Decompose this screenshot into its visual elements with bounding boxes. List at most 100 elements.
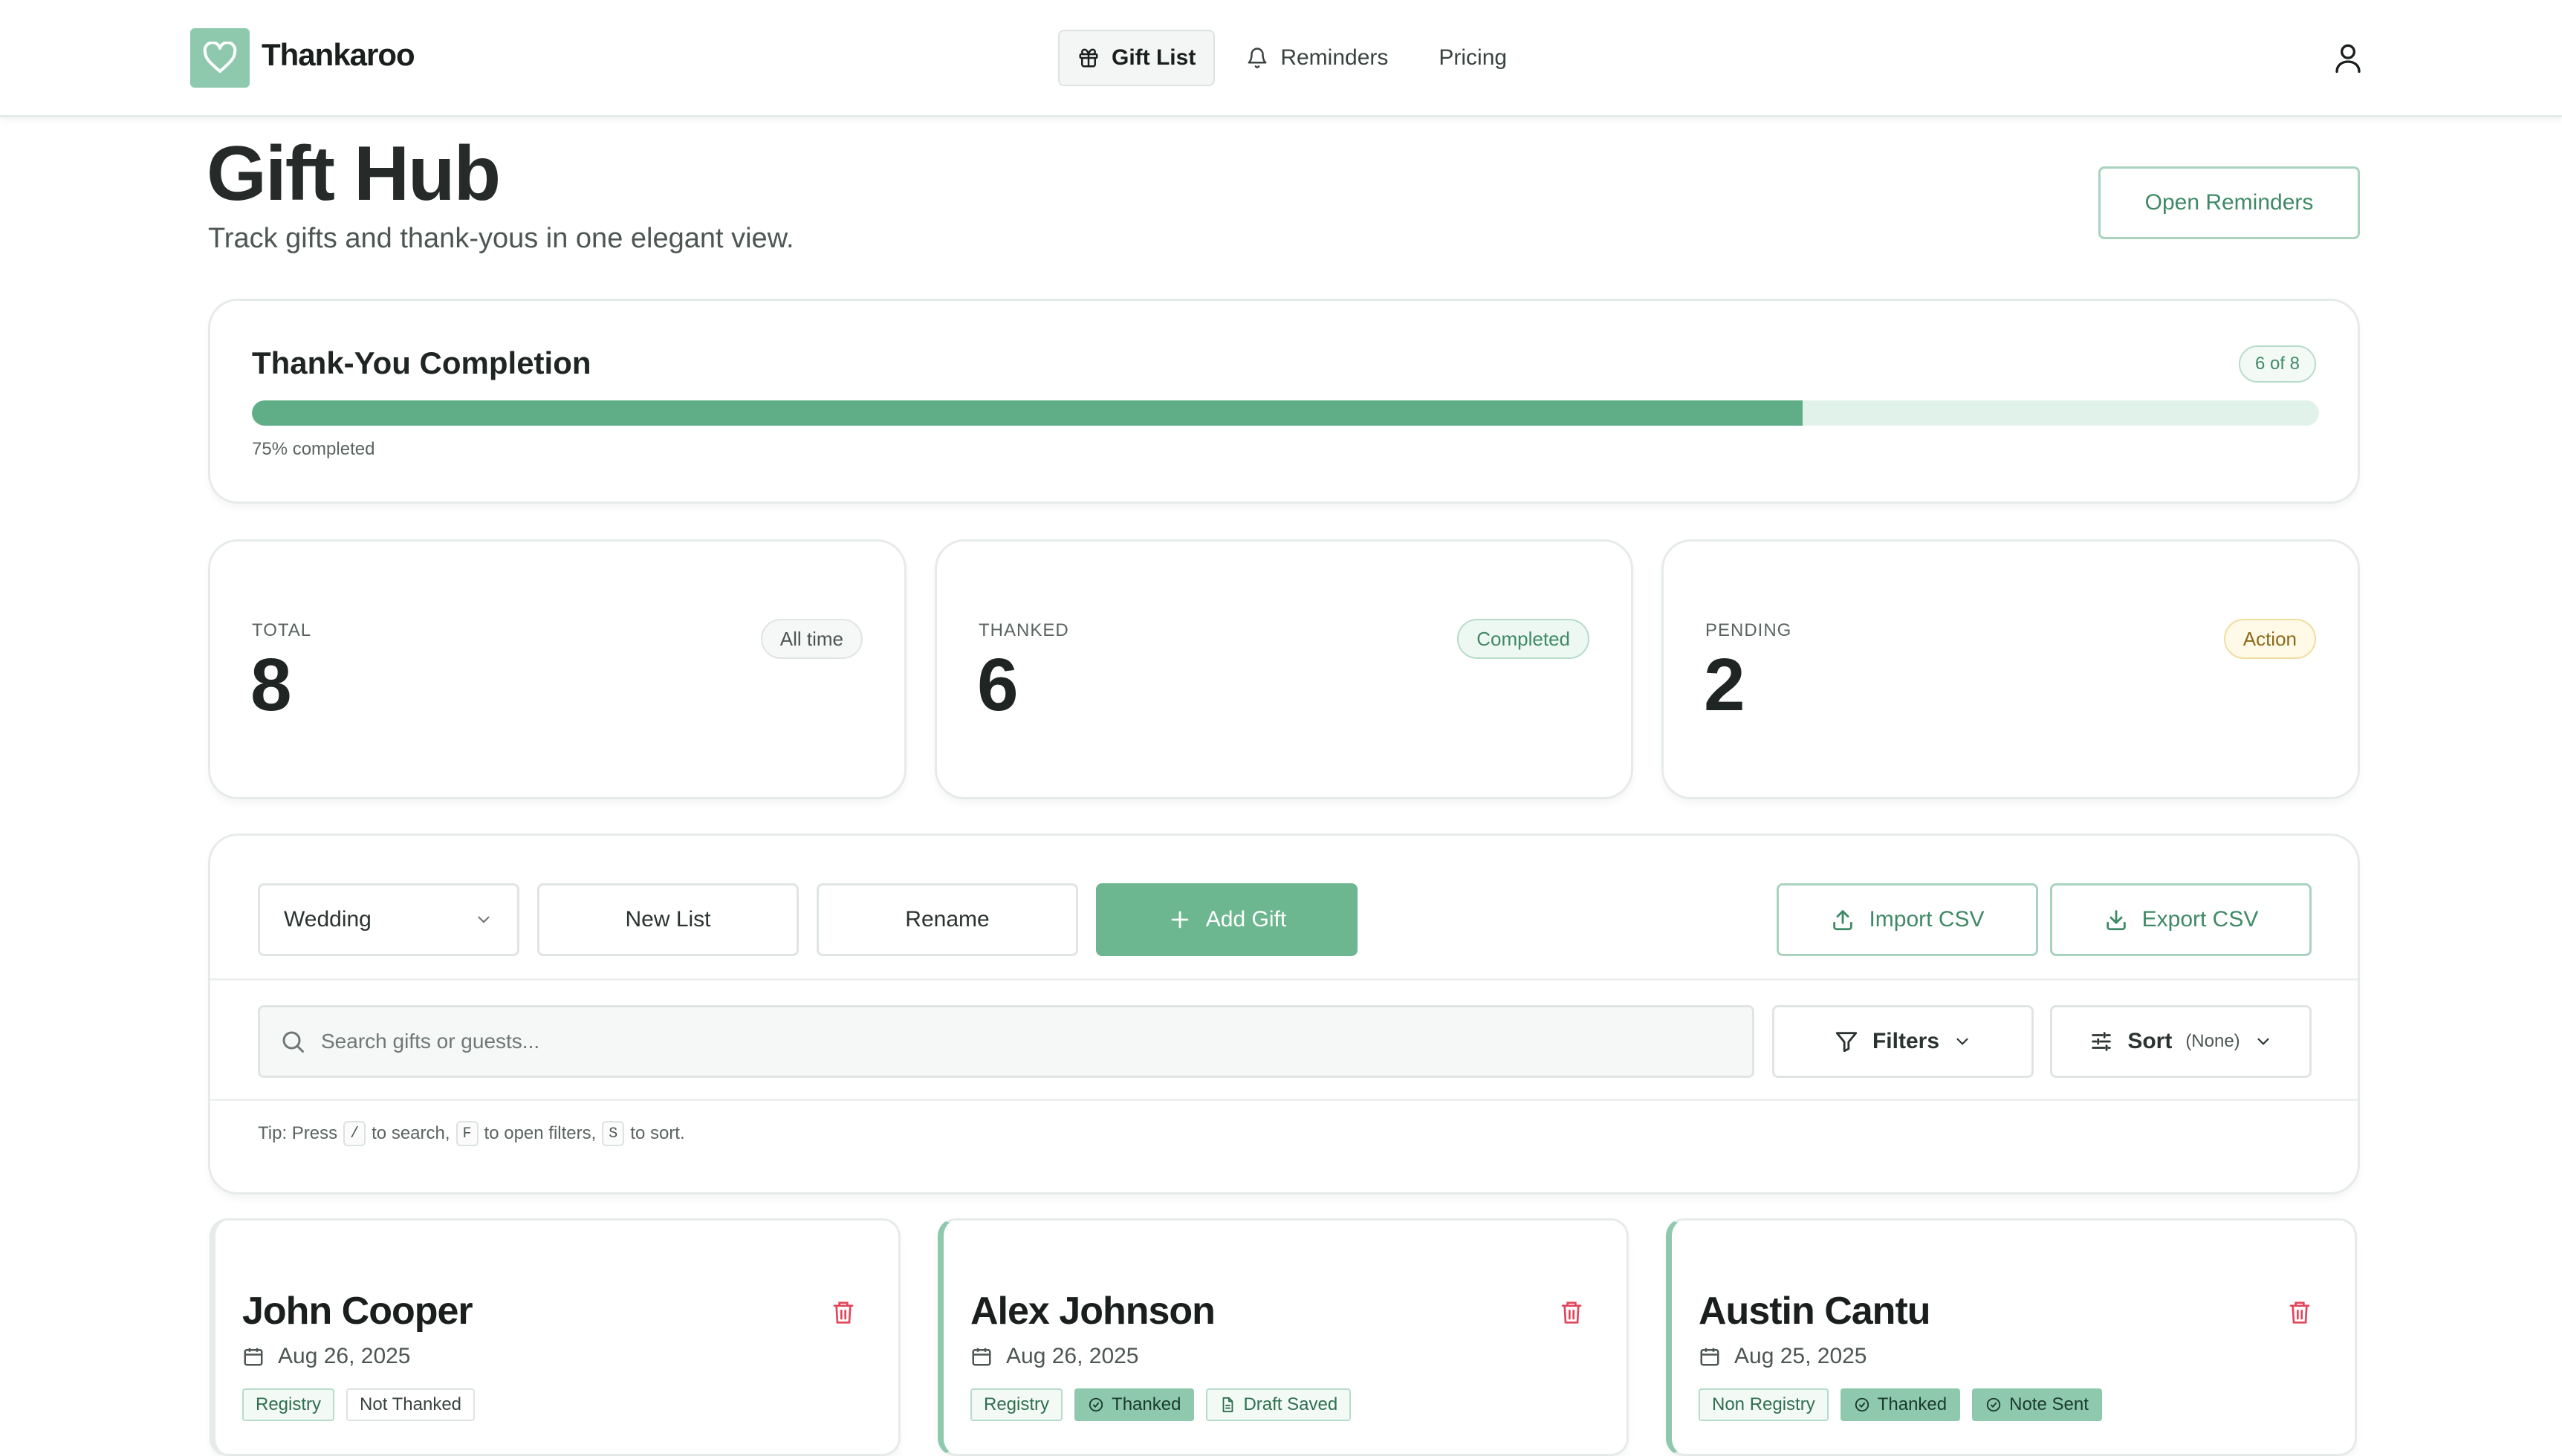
check-circle-icon bbox=[1855, 1397, 1869, 1412]
thanked-tag: Thanked bbox=[1074, 1388, 1195, 1421]
search-input[interactable]: Search gifts or guests... bbox=[258, 1005, 1754, 1078]
import-csv-button[interactable]: Import CSV bbox=[1777, 883, 2038, 956]
sort-button[interactable]: Sort (None) bbox=[2050, 1005, 2312, 1078]
sliders-icon bbox=[2092, 1032, 2112, 1051]
download-icon bbox=[2106, 910, 2126, 931]
trash-icon[interactable] bbox=[831, 1299, 855, 1326]
toolbar-card: Wedding New List Rename Add Gift Import … bbox=[208, 833, 2360, 1195]
chevron-down-icon bbox=[1956, 1038, 1968, 1045]
filters-button[interactable]: Filters bbox=[1772, 1005, 2034, 1078]
sort-label: Sort bbox=[2127, 1029, 2173, 1053]
gift-guest-name: Alex Johnson bbox=[970, 1290, 1216, 1333]
gift-card[interactable]: Austin Cantu Aug 25, 2025 Non Registry T… bbox=[1666, 1218, 2357, 1456]
kbd-filters-key: F bbox=[455, 1121, 479, 1146]
completion-card: Thank-You Completion 6 of 8 75% complete… bbox=[208, 299, 2360, 504]
add-gift-button[interactable]: Add Gift bbox=[1096, 883, 1358, 956]
gift-date-text: Aug 26, 2025 bbox=[1006, 1344, 1139, 1368]
nav-reminders[interactable]: Reminders bbox=[1227, 30, 1407, 86]
search-icon bbox=[282, 1031, 304, 1053]
logo-heart-icon[interactable] bbox=[190, 28, 250, 88]
gift-icon bbox=[1079, 48, 1098, 68]
non-registry-tag: Non Registry bbox=[1699, 1388, 1829, 1421]
chevron-down-icon bbox=[478, 916, 490, 923]
kbd-search-key: / bbox=[343, 1121, 366, 1146]
thanked-tag-label: Thanked bbox=[1112, 1394, 1181, 1414]
registry-tag: Registry bbox=[970, 1388, 1063, 1421]
gift-card[interactable]: John Cooper Aug 26, 2025 Registry Not Th… bbox=[210, 1218, 901, 1456]
stat-pill: Completed bbox=[1457, 619, 1589, 659]
page-subtitle: Track gifts and thank-yous in one elegan… bbox=[208, 223, 794, 254]
gift-tags: Non Registry Thanked Note Sent bbox=[1699, 1388, 2102, 1421]
toolbar-divider bbox=[210, 1099, 2358, 1101]
list-select[interactable]: Wedding bbox=[258, 883, 519, 956]
draft-saved-tag: Draft Saved bbox=[1206, 1388, 1352, 1421]
gift-date: Aug 26, 2025 bbox=[242, 1344, 411, 1369]
upload-icon bbox=[1833, 910, 1853, 931]
gift-date: Aug 26, 2025 bbox=[970, 1344, 1139, 1369]
calendar-icon bbox=[244, 1348, 263, 1366]
gift-date: Aug 25, 2025 bbox=[1699, 1344, 1867, 1369]
export-csv-button[interactable]: Export CSV bbox=[2050, 883, 2312, 956]
gift-guest-name: John Cooper bbox=[242, 1290, 473, 1333]
nav-pricing[interactable]: Pricing bbox=[1419, 30, 1526, 86]
user-account-icon[interactable] bbox=[2333, 42, 2363, 74]
completion-label: 75% completed bbox=[252, 439, 375, 459]
thanked-tag: Thanked bbox=[1840, 1388, 1961, 1421]
filters-label: Filters bbox=[1872, 1029, 1940, 1053]
check-circle-icon bbox=[1986, 1397, 2001, 1412]
kbd-sort-key: S bbox=[602, 1121, 625, 1146]
export-csv-label: Export CSV bbox=[2141, 907, 2259, 932]
nav-gift-list-label: Gift List bbox=[1112, 45, 1196, 70]
registry-tag: Registry bbox=[242, 1388, 335, 1421]
main-nav: Gift List Reminders Pricing bbox=[1058, 30, 1526, 86]
new-list-button[interactable]: New List bbox=[537, 883, 799, 956]
trash-icon[interactable] bbox=[1560, 1299, 1583, 1326]
page-title: Gift Hub bbox=[207, 131, 501, 217]
sort-value: (None) bbox=[2185, 1031, 2240, 1051]
tip-text: to sort. bbox=[630, 1123, 685, 1143]
chevron-down-icon bbox=[2257, 1038, 2269, 1045]
gift-date-text: Aug 25, 2025 bbox=[1734, 1344, 1867, 1368]
plus-icon bbox=[1171, 911, 1189, 929]
stat-value: 6 bbox=[977, 643, 1019, 727]
nav-reminders-label: Reminders bbox=[1280, 45, 1389, 70]
rename-button[interactable]: Rename bbox=[817, 883, 1078, 956]
thanked-tag-label: Thanked bbox=[1877, 1394, 1948, 1414]
open-reminders-button[interactable]: Open Reminders bbox=[2098, 166, 2360, 239]
check-circle-icon bbox=[1089, 1397, 1103, 1412]
trash-icon[interactable] bbox=[2288, 1299, 2312, 1326]
nav-gift-list[interactable]: Gift List bbox=[1058, 30, 1216, 86]
stat-pill: All time bbox=[760, 619, 863, 659]
tip-text: to open filters, bbox=[484, 1123, 597, 1143]
completion-count-badge: 6 of 8 bbox=[2238, 345, 2316, 383]
app-name[interactable]: Thankaroo bbox=[262, 37, 415, 73]
add-gift-label: Add Gift bbox=[1205, 907, 1287, 932]
toolbar-divider bbox=[210, 978, 2358, 981]
calendar-icon bbox=[1700, 1348, 1719, 1366]
gift-date-text: Aug 26, 2025 bbox=[278, 1344, 411, 1368]
completion-progress-bar bbox=[252, 400, 2319, 426]
document-icon bbox=[1223, 1397, 1233, 1413]
calendar-icon bbox=[972, 1348, 991, 1366]
stat-pill: Action bbox=[2223, 619, 2316, 659]
note-sent-tag: Note Sent bbox=[1972, 1388, 2102, 1421]
stat-card-thanked: THANKED 6 Completed bbox=[935, 539, 1633, 799]
stat-label: PENDING bbox=[1705, 620, 1792, 640]
nav-pricing-label: Pricing bbox=[1439, 45, 1508, 70]
tip-text: to search, bbox=[372, 1123, 450, 1143]
note-sent-tag-label: Note Sent bbox=[2009, 1394, 2089, 1414]
gift-guest-name: Austin Cantu bbox=[1699, 1290, 1931, 1333]
stat-card-pending: PENDING 2 Action bbox=[1661, 539, 2360, 799]
stat-value: 8 bbox=[250, 643, 292, 727]
bell-icon bbox=[1248, 48, 1267, 68]
stat-card-total: TOTAL 8 All time bbox=[208, 539, 907, 799]
completion-progress-fill bbox=[252, 400, 1803, 426]
not-thanked-tag: Not Thanked bbox=[346, 1388, 476, 1421]
top-header: Thankaroo Gift List Reminders Pricing bbox=[0, 0, 2562, 117]
gift-card[interactable]: Alex Johnson Aug 26, 2025 Registry Thank… bbox=[938, 1218, 1629, 1456]
keyboard-tip: Tip: Press / to search, F to open filter… bbox=[258, 1121, 685, 1146]
stat-label: THANKED bbox=[979, 620, 1069, 640]
completion-title: Thank-You Completion bbox=[252, 345, 591, 380]
tip-prefix: Tip: Press bbox=[258, 1123, 338, 1143]
list-select-value: Wedding bbox=[284, 907, 372, 932]
